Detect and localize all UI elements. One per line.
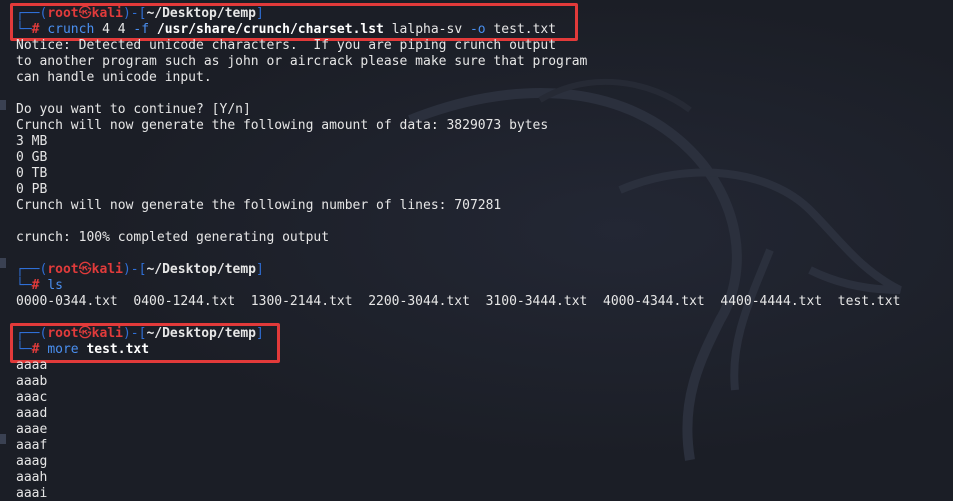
file-content-line: aaah: [16, 470, 48, 485]
file-content-line: aaaa: [16, 358, 48, 373]
prompt-line-2: ┌──(root㉿kali)-[~/Desktop/temp]: [16, 262, 264, 277]
command-line-2: └─# ls: [16, 278, 63, 293]
left-edge-artifact: [0, 434, 6, 444]
ls-output: 0000-0344.txt 0400-1244.txt 1300-2144.tx…: [16, 294, 901, 309]
file-content-line: aaab: [16, 374, 48, 389]
file-content-line: aaad: [16, 406, 48, 421]
output-line: Crunch will now generate the following n…: [16, 198, 502, 213]
output-line: Do you want to continue? [Y/n]: [16, 102, 251, 117]
skull-icon: ㉿: [78, 262, 92, 277]
terminal-window[interactable]: ┌──(root㉿kali)-[~/Desktop/temp] └─# crun…: [0, 0, 953, 501]
kali-dragon-logo: [408, 78, 902, 461]
output-line: crunch: 100% completed generating output: [16, 230, 330, 245]
output-line: 0 TB: [16, 166, 48, 181]
file-content-line: aaae: [16, 422, 48, 437]
file-content-line: aaaf: [16, 438, 48, 453]
highlight-box-2: [10, 323, 280, 363]
file-content-line: aaag: [16, 454, 48, 469]
output-line: 3 MB: [16, 134, 48, 149]
output-line: Crunch will now generate the following a…: [16, 118, 549, 133]
file-content-line: aaac: [16, 390, 48, 405]
output-line: can handle unicode input.: [16, 70, 212, 85]
output-line: to another program such as john or aircr…: [16, 54, 588, 69]
output-line: Notice: Detected unicode characters. If …: [16, 38, 557, 53]
left-edge-artifact: [0, 258, 6, 268]
highlight-box-1: [10, 3, 578, 41]
output-line: 0 GB: [16, 150, 48, 165]
output-line: 0 PB: [16, 182, 48, 197]
file-content-line: aaai: [16, 486, 48, 501]
left-edge-artifact: [0, 100, 6, 110]
